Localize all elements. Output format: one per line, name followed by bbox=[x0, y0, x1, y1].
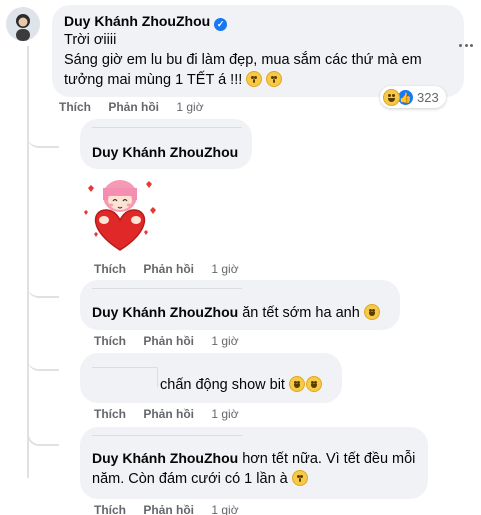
main-comment-line-2: Sáng giờ em lu bu đi làm đẹp, mua sắm cá… bbox=[64, 52, 422, 68]
reply-2-content: Duy Khánh ZhouZhou ăn tết sớm ha anh bbox=[92, 302, 380, 323]
reply-4-text-2: năm. Còn đám cưới có 1 lần à bbox=[92, 471, 288, 487]
main-comment-line-1: Trời ơiiii bbox=[64, 32, 117, 48]
more-options-icon[interactable] bbox=[459, 44, 473, 50]
reply-2-text: ăn tết sớm ha anh bbox=[242, 305, 360, 321]
reply-1-actions: Thích Phản hồi 1 giờ bbox=[94, 262, 239, 276]
thread-line-main bbox=[27, 46, 29, 478]
heart-girl-sticker bbox=[78, 170, 160, 252]
redacted-name bbox=[92, 288, 242, 297]
like-button[interactable]: Thích bbox=[94, 262, 126, 276]
comment-time[interactable]: 1 giờ bbox=[211, 503, 238, 515]
reply-2-mention[interactable]: Duy Khánh ZhouZhou bbox=[92, 304, 238, 320]
reply-button[interactable]: Phản hồi bbox=[143, 262, 194, 276]
avatar-image bbox=[6, 7, 40, 41]
rofl-emoji-icon bbox=[288, 376, 305, 392]
reply-2-bubble: Duy Khánh ZhouZhou ăn tết sớm ha anh bbox=[80, 280, 400, 330]
shocked-emoji-icon bbox=[291, 470, 308, 486]
reply-button[interactable]: Phản hồi bbox=[143, 334, 194, 348]
reaction-count: 323 bbox=[417, 89, 439, 105]
like-button[interactable]: Thích bbox=[94, 334, 126, 348]
main-comment-author[interactable]: Duy Khánh ZhouZhou ✓ bbox=[64, 13, 228, 31]
rofl-emoji-icon bbox=[306, 376, 323, 392]
reply-3-actions: Thích Phản hồi 1 giờ bbox=[94, 407, 239, 421]
main-comment-actions: Thích Phản hồi 1 giờ bbox=[59, 100, 204, 114]
thread-elbow-3 bbox=[27, 345, 59, 371]
reply-2-actions: Thích Phản hồi 1 giờ bbox=[94, 334, 239, 348]
reply-4-line-2: năm. Còn đám cưới có 1 lần à bbox=[92, 469, 308, 489]
reply-3-content: chấn động show bit bbox=[160, 375, 323, 395]
like-button[interactable]: Thích bbox=[94, 407, 126, 421]
thread-elbow-1 bbox=[27, 120, 59, 148]
comment-time[interactable]: 1 giờ bbox=[211, 334, 238, 348]
reply-3-bubble: chấn động show bit bbox=[80, 353, 342, 403]
main-comment-line-3: tưởng mai mùng 1 TẾT á !!! bbox=[64, 70, 283, 90]
reply-4-line-1: Duy Khánh ZhouZhou hơn tết nữa. Vì tết đ… bbox=[92, 448, 415, 469]
like-button[interactable]: Thích bbox=[59, 100, 91, 114]
like-button[interactable]: Thích bbox=[94, 503, 126, 515]
verified-badge-icon: ✓ bbox=[214, 18, 228, 31]
shocked-emoji-icon bbox=[246, 71, 263, 87]
thread-elbow-4 bbox=[27, 418, 59, 446]
comment-time[interactable]: 1 giờ bbox=[211, 407, 238, 421]
reactions-pill[interactable]: 👍 323 bbox=[380, 86, 446, 108]
comment-time[interactable]: 1 giờ bbox=[176, 100, 203, 114]
reply-4-mention[interactable]: Duy Khánh ZhouZhou bbox=[92, 450, 238, 466]
reply-1-mention[interactable]: Duy Khánh ZhouZhou bbox=[92, 144, 238, 160]
shocked-emoji-icon bbox=[266, 71, 283, 87]
reply-4-bubble: Duy Khánh ZhouZhou hơn tết nữa. Vì tết đ… bbox=[80, 427, 428, 499]
thread-elbow-2 bbox=[27, 278, 59, 298]
main-comment-avatar[interactable] bbox=[6, 7, 40, 41]
reply-button[interactable]: Phản hồi bbox=[143, 407, 194, 421]
laughing-emoji-icon bbox=[363, 304, 380, 320]
redacted-name bbox=[92, 127, 242, 136]
main-comment-bubble: Duy Khánh ZhouZhou ✓ Trời ơiiii Sáng giờ… bbox=[52, 5, 464, 97]
haha-reaction-icon bbox=[383, 88, 400, 106]
reply-4-text-1: hơn tết nữa. Vì tết đều mỗi bbox=[242, 451, 416, 467]
comment-time[interactable]: 1 giờ bbox=[211, 262, 238, 276]
redacted-name bbox=[92, 367, 158, 387]
reply-button[interactable]: Phản hồi bbox=[108, 100, 159, 114]
reply-button[interactable]: Phản hồi bbox=[143, 503, 194, 515]
redacted-name bbox=[92, 435, 242, 444]
reply-1-bubble: Duy Khánh ZhouZhou bbox=[80, 119, 252, 169]
reply-3-text: chấn động show bit bbox=[160, 377, 285, 393]
reply-4-actions: Thích Phản hồi 1 giờ bbox=[94, 503, 239, 515]
